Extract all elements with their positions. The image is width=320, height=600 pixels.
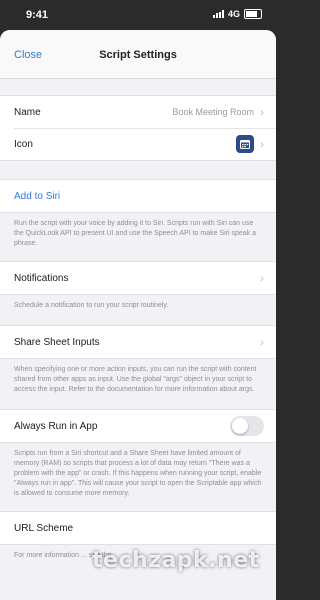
status-indicators: 4G bbox=[212, 9, 262, 19]
name-label: Name bbox=[14, 106, 41, 118]
url-scheme-label: URL Scheme bbox=[14, 522, 74, 534]
always-run-footnote: Scripts run from a Siri shortcut and a S… bbox=[14, 450, 262, 497]
siri-footnote: Run the script with your voice by adding… bbox=[14, 220, 257, 247]
always-run-row: Always Run in App bbox=[0, 410, 276, 442]
url-scheme-group: URL Scheme bbox=[0, 511, 276, 545]
page-title: Script Settings bbox=[99, 49, 177, 61]
always-run-label: Always Run in App bbox=[14, 420, 98, 432]
battery-icon bbox=[244, 9, 262, 19]
add-to-siri-button[interactable]: Add to Siri bbox=[14, 191, 264, 202]
notifications-label: Notifications bbox=[14, 272, 69, 284]
notifications-footnote: Schedule a notification to run your scri… bbox=[14, 302, 169, 309]
share-sheet-footnote: When specifying one or more action input… bbox=[14, 366, 257, 393]
url-scheme-row[interactable]: URL Scheme bbox=[0, 512, 276, 544]
siri-group: Add to Siri bbox=[0, 179, 276, 213]
notifications-row[interactable]: Notifications › bbox=[0, 262, 276, 294]
always-run-toggle[interactable] bbox=[230, 416, 264, 436]
network-label: 4G bbox=[227, 9, 240, 19]
name-value: Book Meeting Room bbox=[172, 107, 254, 117]
name-row[interactable]: Name Book Meeting Room › bbox=[0, 96, 276, 128]
status-time: 9:41 bbox=[26, 9, 49, 21]
calendar-icon bbox=[236, 135, 254, 153]
general-group: Name Book Meeting Room › Icon › bbox=[0, 95, 276, 161]
icon-label: Icon bbox=[14, 138, 33, 150]
icon-row[interactable]: Icon › bbox=[0, 128, 276, 160]
status-bar: 9:41 4G bbox=[0, 0, 276, 30]
share-sheet-label: Share Sheet Inputs bbox=[14, 336, 100, 348]
share-sheet-row[interactable]: Share Sheet Inputs › bbox=[0, 326, 276, 358]
share-sheet-group: Share Sheet Inputs › bbox=[0, 325, 276, 359]
nav-bar: Close Script Settings bbox=[0, 30, 276, 79]
chevron-right-icon: › bbox=[260, 137, 264, 151]
chevron-right-icon: › bbox=[260, 335, 264, 349]
add-to-siri-row[interactable]: Add to Siri bbox=[0, 180, 276, 212]
always-run-group: Always Run in App bbox=[0, 409, 276, 443]
signal-icon bbox=[212, 10, 224, 18]
watermark-text: techzapk.net bbox=[92, 548, 260, 573]
chevron-right-icon: › bbox=[260, 271, 264, 285]
settings-sheet: Close Script Settings Name Book Meeting … bbox=[0, 30, 276, 600]
notifications-group: Notifications › bbox=[0, 261, 276, 295]
chevron-right-icon: › bbox=[260, 105, 264, 119]
